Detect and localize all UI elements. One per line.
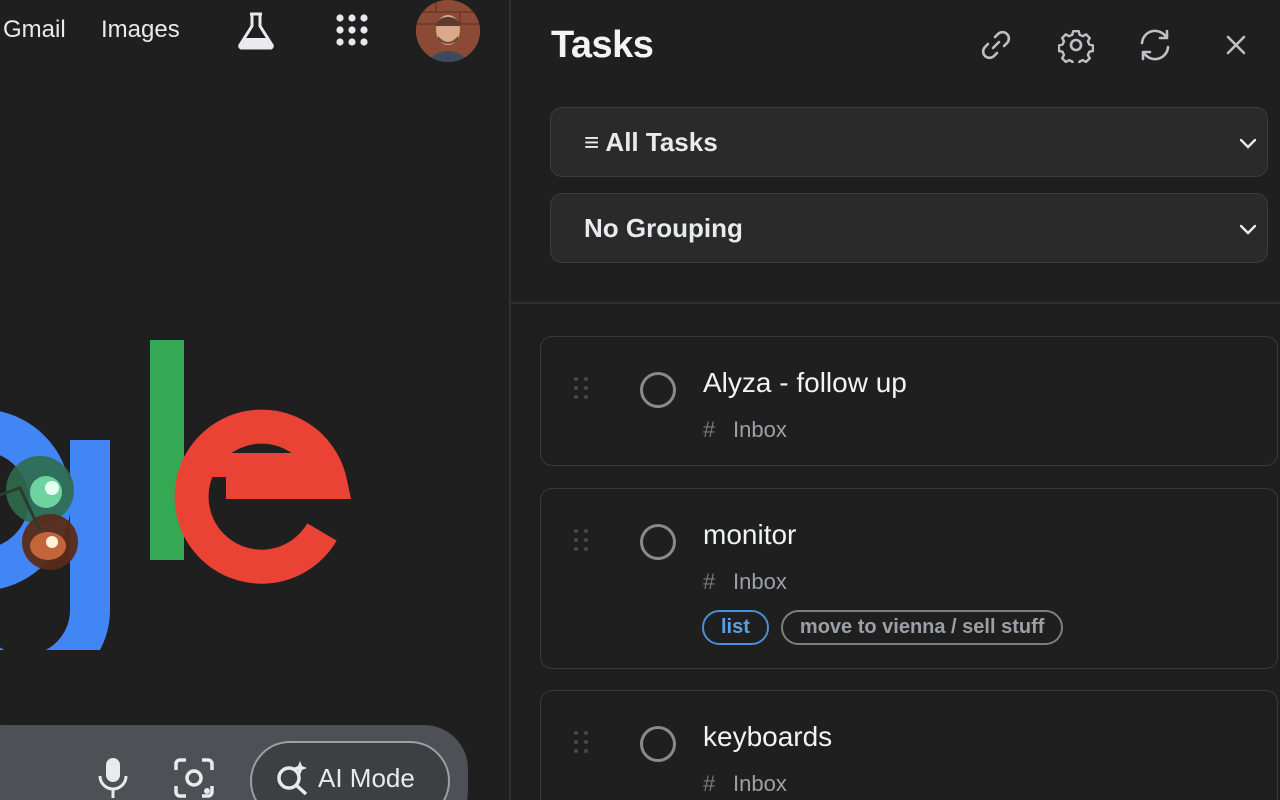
chevron-down-icon xyxy=(1235,216,1261,242)
task-project[interactable]: # Inbox xyxy=(703,417,787,443)
hash-icon: # xyxy=(703,417,716,442)
drag-handle-icon[interactable] xyxy=(571,527,591,553)
apps-grid-icon[interactable] xyxy=(334,12,370,48)
drag-handle-icon[interactable] xyxy=(571,729,591,755)
close-icon[interactable] xyxy=(1218,27,1254,63)
divider xyxy=(511,302,1280,304)
avatar[interactable] xyxy=(416,0,480,62)
task-project[interactable]: # Inbox xyxy=(703,771,787,797)
lens-icon[interactable] xyxy=(172,756,216,800)
project-name: Inbox xyxy=(733,569,787,594)
tasks-panel: Tasks ≡ All Tasks No Grouping Alyza - fo… xyxy=(511,0,1280,800)
task-filter-select[interactable]: ≡ All Tasks xyxy=(550,107,1268,177)
sparkle-search-icon xyxy=(274,759,310,796)
google-top-nav: Gmail Images xyxy=(0,0,509,62)
task-complete-checkbox[interactable] xyxy=(640,372,676,408)
link-icon[interactable] xyxy=(978,27,1014,63)
task-complete-checkbox[interactable] xyxy=(640,726,676,762)
hash-icon: # xyxy=(703,771,716,796)
task-title[interactable]: Alyza - follow up xyxy=(703,367,907,399)
google-homepage: Gmail Images gle AI Mode xyxy=(0,0,509,800)
drag-handle-icon[interactable] xyxy=(571,375,591,401)
chevron-down-icon xyxy=(1235,130,1261,156)
gear-icon[interactable] xyxy=(1057,27,1095,67)
task-tags: list move to vienna / sell stuff xyxy=(702,610,1064,645)
microphone-icon[interactable] xyxy=(95,752,131,800)
task-title[interactable]: monitor xyxy=(703,519,796,551)
grouping-value: No Grouping xyxy=(584,213,743,243)
task-card[interactable]: Alyza - follow up # Inbox xyxy=(540,336,1278,466)
logo-text: gle xyxy=(0,320,2,321)
panel-title: Tasks xyxy=(551,24,654,66)
flask-icon[interactable] xyxy=(234,10,278,50)
ai-mode-label: AI Mode xyxy=(318,763,415,793)
project-name: Inbox xyxy=(733,771,787,796)
tag-move-to-vienna[interactable]: move to vienna / sell stuff xyxy=(780,610,1064,645)
task-complete-checkbox[interactable] xyxy=(640,524,676,560)
project-name: Inbox xyxy=(733,417,787,442)
task-filter-value: ≡ All Tasks xyxy=(584,127,718,157)
task-card[interactable]: monitor # Inbox list move to vienna / sel… xyxy=(540,488,1278,669)
ai-mode-button[interactable]: AI Mode xyxy=(250,741,450,800)
google-logo-doodle[interactable]: gle xyxy=(0,320,360,695)
task-project[interactable]: # Inbox xyxy=(703,569,787,595)
grouping-select[interactable]: No Grouping xyxy=(550,193,1268,263)
images-link[interactable]: Images xyxy=(101,16,180,44)
gmail-link[interactable]: Gmail xyxy=(3,16,66,44)
sync-icon[interactable] xyxy=(1137,27,1173,63)
task-card[interactable]: keyboards # Inbox xyxy=(540,690,1278,800)
task-title[interactable]: keyboards xyxy=(703,721,832,753)
screen: Gmail Images gle AI Mode Tasks ≡ All Tas… xyxy=(0,0,1280,800)
tag-list[interactable]: list xyxy=(702,610,769,645)
hash-icon: # xyxy=(703,569,716,594)
